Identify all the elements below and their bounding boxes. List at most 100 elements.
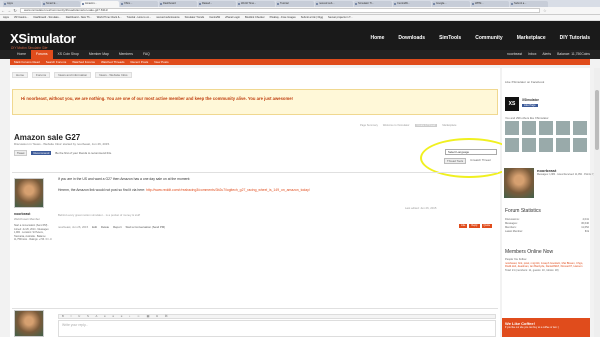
fan-avatar[interactable] [505,121,519,135]
user-bar: noorbeast Inbox Alerts Balance: 11,750Co… [507,50,590,59]
bookmark-star-icon[interactable]: ☆ [543,8,547,13]
browser-tab-strip: Apps Smart E... Amazon... XSim... Dashbo… [0,0,600,7]
forum-stats: Discussions: 4,041 Messages: 36,646 Member… [505,218,589,234]
welcome-notice: Hi noorbeast, without you, we are nothin… [12,89,498,115]
breadcrumb-item[interactable]: News - Website Infos [95,72,132,78]
breadcrumb: Home Forums News and information News - … [12,72,132,78]
inbox-link[interactable]: Inbox [528,50,536,59]
breadcrumb-item[interactable]: News and information [54,72,92,78]
reply-button[interactable]: Reply [469,224,480,228]
bookmark-item[interactable]: vPanel Login [225,15,240,20]
quick-link[interactable]: Watched Threads [101,59,125,65]
bookmark-item[interactable]: Tutorial - How to co... [127,15,152,20]
online-member-list[interactable]: noorbeast, fork, pstel, mrg414, Joseph G… [505,262,589,269]
nav-downloads[interactable]: Downloads [398,35,425,41]
quick-link[interactable]: Recent Posts [130,59,148,65]
bookmark-item[interactable]: Bootlink Checker [245,15,265,20]
reddit-link[interactable]: http://www.reddit.com/r/realracing3/comm… [146,188,310,192]
bookmark-item[interactable]: VR Casino... [14,15,29,20]
coffee-text: If you like our site you can buy us a co… [505,326,559,329]
fb-like-count: You and 299 others like XSimulator [505,116,549,120]
subnav-members[interactable]: Members [114,50,138,59]
stat-label: Latest Member: [505,230,524,233]
subnav-home[interactable]: Home [12,50,31,59]
fan-avatar[interactable] [556,138,570,152]
sidebar-profile: noorbeast Messages: 1,984 · Likes Receiv… [504,168,598,198]
nav-simtools[interactable]: SimTools [439,35,461,41]
recommend-button[interactable]: Recommend [31,151,52,155]
bookmark-item[interactable]: Submit a link | Digg [301,15,323,20]
fan-avatar[interactable] [556,121,570,135]
stat-value[interactable]: fltrk [585,230,589,234]
thread-meta: Discussion in 'News - Website Infos' sta… [14,142,110,146]
bookmark-item[interactable]: Apps [3,15,9,20]
bookmark-item[interactable]: Simulator Trends [185,15,205,20]
marketplace-link[interactable]: Marketplace [442,124,456,127]
start-conversation-link[interactable]: Start a Conversation (Send PM) [126,225,166,229]
bookmark-item[interactable]: Sexxet projects in T... [328,15,353,20]
fb-page-name[interactable]: XSimulator [522,98,539,102]
bookmark-item[interactable]: Pixabay - Free Images [270,15,296,20]
xsimulator-fb-logo[interactable]: XS [505,97,519,111]
nav-home[interactable]: Home [370,35,384,41]
fan-avatar[interactable] [573,121,587,135]
bookmark-item[interactable]: nexxed submissions [156,15,179,20]
like-button[interactable]: Like [459,224,468,228]
fan-avatar[interactable] [522,138,536,152]
quick-link[interactable]: Mark Forums Read [14,59,40,65]
url-input[interactable]: www.xsimulator.net/community/threads/ama… [20,8,540,13]
breadcrumb-item[interactable]: Home [12,72,29,78]
tweet-button[interactable]: Tweet [14,150,28,156]
post-date[interactable]: noorbeast, Jun 26, 2015 [58,225,88,229]
scrollbar-thumb[interactable] [595,90,599,150]
fan-avatar[interactable] [539,138,553,152]
last-edited: Last edited: Jun 26, 2015 [405,206,437,210]
post-message-line: Hmmm, the Amazon link would not post so … [58,188,310,192]
avatar[interactable] [504,168,534,198]
post-author-name[interactable]: noorbeast [14,212,30,216]
bookmark-item[interactable]: World Time Clock &... [97,15,122,20]
avatar[interactable] [14,178,44,208]
quick-link[interactable]: Search Forums [46,59,67,65]
quick-link[interactable]: Watched Forums [72,59,95,65]
members-online-title: Members Online Now [505,249,554,255]
editor-toolbar[interactable]: B I U S A ≡ ≡ ≡ • ☺ ▦ ⧉ ⌘ [58,314,496,319]
nav-community[interactable]: Community [475,35,503,41]
fan-avatar[interactable] [573,138,587,152]
quote-button[interactable]: Quote [481,224,493,228]
fan-avatar[interactable] [522,121,536,135]
reload-icon[interactable]: ↻ [12,8,18,14]
fan-avatar[interactable] [505,138,519,152]
site-logo[interactable]: XSimulator [10,31,76,46]
post-actions: Like Reply Quote [459,224,493,228]
welcome-link[interactable]: Welcome to Xsimulator [383,124,410,127]
subnav-forums[interactable]: Forums [31,50,53,59]
breadcrumb-item[interactable]: Forums [32,72,51,78]
alerts-link[interactable]: Alerts [542,50,551,59]
create-thread-link[interactable]: Create A Thread [414,124,438,127]
balance-link[interactable]: Balance: 11,750Coins [557,50,590,59]
subnav-member-map[interactable]: Member Map [84,50,114,59]
fan-avatar[interactable] [539,121,553,135]
quick-link[interactable]: New Posts [154,59,168,65]
bookmark-item[interactable]: CentralW [209,15,220,20]
bookmark-item[interactable]: Dashboard - New Th... [66,15,92,20]
user-name-link[interactable]: noorbeast [507,50,522,59]
delete-link[interactable]: Delete [101,225,109,229]
members-online: People You Follow noorbeast, fork, pstel… [505,258,589,272]
subnav-coin-shop[interactable]: XS Coin Shop [53,50,84,59]
recommend-text: Be the first of your friends to recommen… [55,151,112,155]
sidebar-profile-stats: Messages: 1,984 · Likes Received: 11,052… [537,173,599,176]
main-nav: Home Downloads SimTools Community Market… [370,35,590,41]
nav-diy-tutorials[interactable]: DIY Tutorials [560,35,590,41]
bookmark-item[interactable]: Dashboard - Simulato... [33,15,60,20]
edit-link[interactable]: Edit [92,225,97,229]
reply-editor[interactable]: Write your reply... [58,320,496,337]
report-link[interactable]: Report [113,225,121,229]
page-summary-link[interactable]: Page Summary [360,124,378,127]
stat-row: Latest Member: fltrk [505,230,589,234]
nav-marketplace[interactable]: Marketplace [517,35,546,41]
subnav-faq[interactable]: FAQ [138,50,155,59]
post-footer: noorbeast, Jun 26, 2015 Edit Delete Repo… [58,225,165,229]
fb-like-page-button[interactable]: Like Page [522,104,538,107]
